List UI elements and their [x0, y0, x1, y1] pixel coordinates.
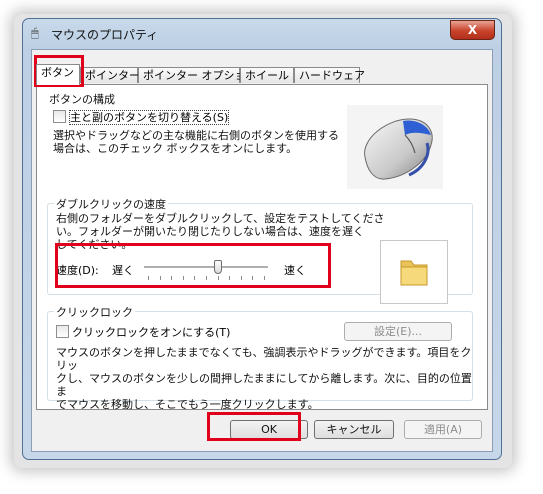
double-click-description: 右側のフォルダーをダブルクリックして、設定をテストしてくださ い。フォルダーが開… [56, 212, 384, 251]
fast-label: 速く [284, 264, 306, 277]
swap-buttons-row[interactable]: 主と副のボタンを切り替える(S) [53, 109, 230, 125]
folder-icon [400, 260, 428, 286]
click-lock-group: クリックロック クリックロックをオンにする(T) 設定(E)... マウスのボタ… [47, 304, 473, 411]
slider-thumb[interactable] [214, 260, 222, 274]
double-click-group: ダブルクリックの速度 右側のフォルダーをダブルクリックして、設定をテストしてくだ… [47, 196, 473, 304]
speed-label: 速度(D): [56, 264, 99, 277]
click-lock-description: マウスのボタンを押したままでなくても、強調表示やドラッグができます。項目をクリッ… [56, 346, 472, 411]
cancel-button[interactable]: キャンセル [314, 420, 394, 439]
slider-tick [206, 276, 207, 280]
mouse-properties-dialog: 🖱 マウスのプロパティ X ボタン ポインター ポインター オプション ホイール… [22, 18, 502, 460]
slider-tick [194, 276, 195, 280]
slider-tick [183, 276, 184, 280]
button-config-description-line: 選択やドラッグなどの主な機能に右側のボタンを使用する [53, 129, 339, 142]
button-config-group: ボタンの構成 主と副のボタンを切り替える(S) 選択やドラッグなどの主な機能に右… [47, 91, 473, 195]
click-lock-label[interactable]: クリックロックをオンにする(T) [72, 326, 230, 339]
click-lock-settings-button[interactable]: 設定(E)... [344, 322, 452, 341]
slow-label: 遅く [112, 264, 134, 277]
slider-tick [160, 276, 161, 280]
slider-track [144, 266, 268, 269]
double-click-speed-slider[interactable] [144, 256, 268, 282]
click-lock-description-line: マウスのボタンを押したままでなくても、強調表示やドラッグができます。項目をクリッ [56, 346, 472, 372]
mouse-icon: 🖱 [31, 26, 39, 41]
slider-tick [171, 276, 172, 280]
swap-buttons-checkbox[interactable] [53, 110, 66, 123]
slider-tick [252, 276, 253, 280]
title-bar[interactable]: 🖱 マウスのプロパティ X [23, 19, 501, 49]
close-button[interactable]: X [450, 20, 495, 40]
tab-pointer[interactable]: ポインター [80, 67, 140, 83]
click-lock-description-line: でマウスを移動し、そこでもう一度クリックします。 [56, 398, 319, 411]
window-title: マウスのプロパティ [51, 28, 159, 42]
double-click-heading: ダブルクリックの速度 [54, 196, 168, 212]
double-click-description-line: い。フォルダーが開いたり閉じたりしない場合は、速度を遅く [56, 225, 364, 238]
dialog-client-area: ボタン ポインター ポインター オプション ホイール ハードウェア ボタンの構成… [31, 49, 493, 452]
button-config-description: 選択やドラッグなどの主な機能に右側のボタンを使用する 場合は、このチェック ボッ… [53, 129, 339, 155]
click-lock-row[interactable]: クリックロックをオンにする(T) [56, 324, 230, 340]
double-click-description-line: 右側のフォルダーをダブルクリックして、設定をテストしてくださ [56, 212, 385, 225]
apply-button[interactable]: 適用(A) [404, 420, 482, 439]
click-lock-checkbox[interactable] [56, 325, 69, 338]
mouse-illustration-icon [364, 118, 433, 180]
tab-wheel[interactable]: ホイール [240, 67, 294, 83]
tab-hardware[interactable]: ハードウェア [294, 67, 365, 83]
buttons-tab-panel: ボタンの構成 主と副のボタンを切り替える(S) 選択やドラッグなどの主な機能に右… [36, 84, 488, 411]
ok-button[interactable]: OK [230, 420, 308, 439]
slider-tick [264, 276, 265, 280]
slider-tick [218, 276, 219, 280]
test-folder[interactable] [380, 240, 448, 304]
click-lock-heading: クリックロック [54, 304, 135, 320]
swap-buttons-label[interactable]: 主と副のボタンを切り替える(S) [69, 110, 230, 125]
click-lock-description-line: クし、マウスのボタンを少しの間押したままにしてから離します。次に、目的の位置ま [56, 372, 472, 398]
slider-tick [148, 276, 149, 280]
button-config-description-line: 場合は、このチェック ボックスをオンにします。 [53, 142, 298, 155]
slider-tick [241, 276, 242, 280]
double-click-description-line: してください。 [56, 238, 133, 251]
mouse-image [347, 105, 443, 189]
slider-tick [229, 276, 230, 280]
button-config-heading: ボタンの構成 [47, 91, 117, 107]
tab-buttons[interactable]: ボタン [36, 64, 80, 85]
tab-pointer-options[interactable]: ポインター オプション [138, 67, 257, 83]
